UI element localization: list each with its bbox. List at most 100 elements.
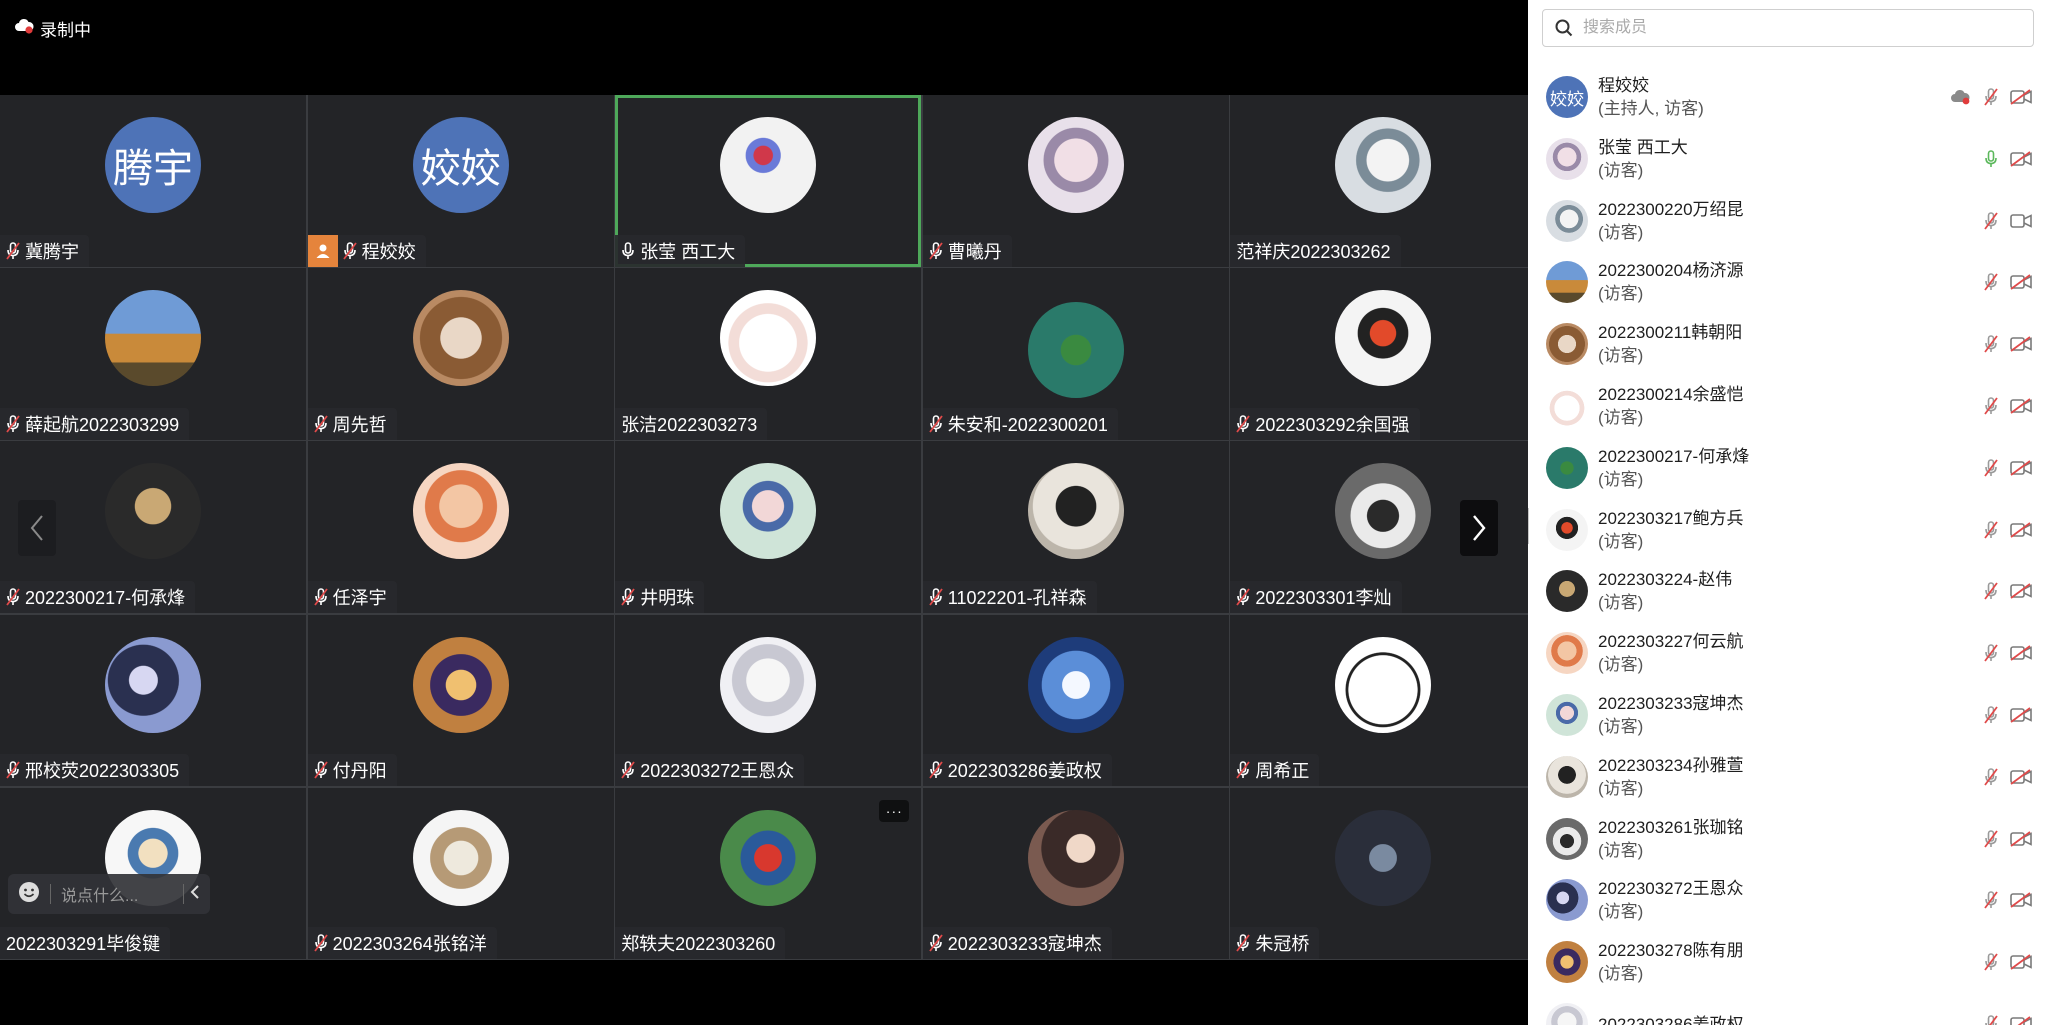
mic-muted-icon[interactable] xyxy=(1984,335,1998,353)
video-tile[interactable]: 范祥庆2022303262 xyxy=(1230,95,1528,267)
mic-muted-icon xyxy=(1236,934,1251,953)
member-row[interactable]: 2022303234孙雅萱 (访客) xyxy=(1528,746,2048,808)
camera-icon[interactable] xyxy=(2010,213,2032,229)
next-page-button[interactable] xyxy=(1460,500,1498,556)
video-tile[interactable]: 2022303292余国强 xyxy=(1230,268,1528,440)
camera-off-icon[interactable] xyxy=(2010,521,2032,538)
member-status-icons xyxy=(1984,767,2032,786)
member-row[interactable]: 2022300220万绍昆 (访客) xyxy=(1528,190,2048,252)
video-tile[interactable]: 邢校荧2022303305 xyxy=(0,614,307,787)
video-tile[interactable]: 2022303272王恩众 xyxy=(615,614,922,787)
member-row[interactable]: 2022300217-何承烽 (访客) xyxy=(1528,437,2048,499)
member-row[interactable]: 2022303261张珈铭 (访客) xyxy=(1528,808,2048,870)
collapse-chat-icon[interactable] xyxy=(190,884,200,905)
mic-muted-icon[interactable] xyxy=(1984,88,1998,106)
video-tile[interactable]: 朱冠桥 xyxy=(1230,787,1528,960)
camera-off-icon[interactable] xyxy=(2010,1016,2032,1025)
participant-avatar xyxy=(1027,302,1124,399)
member-name: 2022300220万绍昆 xyxy=(1598,199,1744,219)
participant-name-tag: 冀腾宇 xyxy=(0,234,89,267)
participant-name-tag: 2022303292余国强 xyxy=(1230,407,1420,440)
video-tile[interactable]: 任泽宇 xyxy=(307,441,614,614)
chat-input-bar[interactable]: 说点什么... xyxy=(8,874,210,914)
prev-page-button[interactable] xyxy=(18,500,56,556)
participant-name-tag: 张洁2022303273 xyxy=(615,407,768,440)
participant-avatar xyxy=(412,809,509,906)
member-row[interactable]: 2022303217鲍方兵 (访客) xyxy=(1528,499,2048,561)
member-row[interactable]: 2022300214余盛恺 (访客) xyxy=(1528,375,2048,437)
video-tile[interactable]: 郑轶夫2022303260 ··· xyxy=(615,787,922,960)
member-row[interactable]: 2022303224-赵伟 (访客) xyxy=(1528,560,2048,622)
participant-name-tag: 2022303291毕俊键 xyxy=(0,927,171,960)
member-status-icons xyxy=(1984,335,2032,353)
camera-off-icon[interactable] xyxy=(2010,830,2032,847)
mic-muted-icon[interactable] xyxy=(1984,458,1998,477)
mic-muted-icon[interactable] xyxy=(1984,644,1998,662)
camera-off-icon[interactable] xyxy=(2010,892,2032,909)
video-tile[interactable]: 井明珠 xyxy=(615,441,922,614)
mic-muted-icon[interactable] xyxy=(1984,273,1998,291)
camera-off-icon[interactable] xyxy=(2010,151,2032,167)
mic-icon[interactable] xyxy=(1984,149,1998,168)
member-row[interactable]: 张莹 西工大 (访客) xyxy=(1528,128,2048,190)
participant-name: 邢校荧2022303305 xyxy=(25,761,180,782)
camera-off-icon[interactable] xyxy=(2010,460,2032,476)
member-row[interactable]: 2022300211韩朝阳 (访客) xyxy=(1528,313,2048,375)
member-info: 2022303217鲍方兵 (访客) xyxy=(1598,507,1984,553)
member-row[interactable]: 2022303233寇坤杰 (访客) xyxy=(1528,684,2048,746)
member-role: (访客) xyxy=(1598,160,1644,180)
video-tile[interactable]: 姣姣 程姣姣 xyxy=(307,95,614,267)
video-tile[interactable]: 周希正 xyxy=(1230,614,1528,787)
video-tile[interactable]: 周先哲 xyxy=(307,268,614,440)
emoji-icon[interactable] xyxy=(18,881,40,908)
video-tile[interactable]: 薛起航2022303299 xyxy=(0,268,307,440)
mic-muted-icon[interactable] xyxy=(1984,582,1998,600)
mic-muted-icon[interactable] xyxy=(1984,767,1998,786)
member-search-input[interactable] xyxy=(1581,18,2025,38)
video-tile[interactable]: 2022303286姜政权 xyxy=(922,614,1229,787)
camera-off-icon[interactable] xyxy=(2010,89,2032,105)
camera-off-icon[interactable] xyxy=(2010,583,2032,600)
mic-muted-icon[interactable] xyxy=(1984,829,1998,848)
member-search-box[interactable] xyxy=(1542,9,2034,47)
mic-muted-icon[interactable] xyxy=(1984,953,1998,971)
participant-avatar xyxy=(412,290,509,387)
member-row[interactable]: 2022303272王恩众 (访客) xyxy=(1528,869,2048,931)
member-row[interactable]: 2022303278陈有朋 (访客) xyxy=(1528,931,2048,993)
video-tile[interactable]: 11022201-孔祥森 xyxy=(922,441,1229,614)
video-tile[interactable]: 腾宇 冀腾宇 xyxy=(0,95,307,267)
camera-off-icon[interactable] xyxy=(2010,769,2032,785)
member-row[interactable]: 2022303286姜政权 xyxy=(1528,993,2048,1025)
video-tile[interactable]: 付丹阳 xyxy=(307,614,614,787)
mic-muted-icon[interactable] xyxy=(1984,520,1998,539)
tile-more-button[interactable]: ··· xyxy=(879,799,910,822)
mic-muted-icon[interactable] xyxy=(1984,397,1998,415)
chat-input[interactable]: 说点什么... xyxy=(61,882,177,906)
camera-off-icon[interactable] xyxy=(2010,707,2032,723)
camera-off-icon[interactable] xyxy=(2010,274,2032,291)
video-tile[interactable]: 张洁2022303273 xyxy=(615,268,922,440)
mic-muted-icon[interactable] xyxy=(1984,1015,1998,1025)
camera-off-icon[interactable] xyxy=(2010,398,2032,414)
camera-off-icon[interactable] xyxy=(2010,645,2032,661)
mic-muted-icon xyxy=(342,241,357,260)
member-row[interactable]: 2022303227何云航 (访客) xyxy=(1528,622,2048,684)
video-tile[interactable]: 朱安和-2022300201 xyxy=(922,268,1229,440)
video-tile[interactable]: 2022303264张铭洋 xyxy=(307,787,614,960)
member-row[interactable]: 姣姣 程姣姣 (主持人, 访客) xyxy=(1528,66,2048,128)
camera-off-icon[interactable] xyxy=(2010,336,2032,352)
mic-muted-icon[interactable] xyxy=(1984,211,1998,230)
search-icon xyxy=(1555,19,1573,37)
video-tile[interactable]: 张莹 西工大 xyxy=(615,95,922,267)
member-row[interactable]: 2022300204杨济源 (访客) xyxy=(1528,251,2048,313)
video-tile[interactable]: 2022303233寇坤杰 xyxy=(922,787,1229,960)
video-tile[interactable]: 曹曦丹 xyxy=(922,95,1229,267)
camera-off-icon[interactable] xyxy=(2010,954,2032,970)
mic-muted-icon[interactable] xyxy=(1984,706,1998,724)
member-list-panel: 姣姣程姣姣 (主持人, 访客) 张莹 西工大 (访客) 2022300220万绍昆 (访客… xyxy=(1528,0,2048,1025)
participant-avatar xyxy=(1027,117,1124,213)
participant-name: 2022303292余国强 xyxy=(1255,414,1410,435)
mic-muted-icon[interactable] xyxy=(1984,891,1998,909)
member-role: (访客) xyxy=(1598,408,1644,427)
member-role: (访客) xyxy=(1598,778,1644,798)
